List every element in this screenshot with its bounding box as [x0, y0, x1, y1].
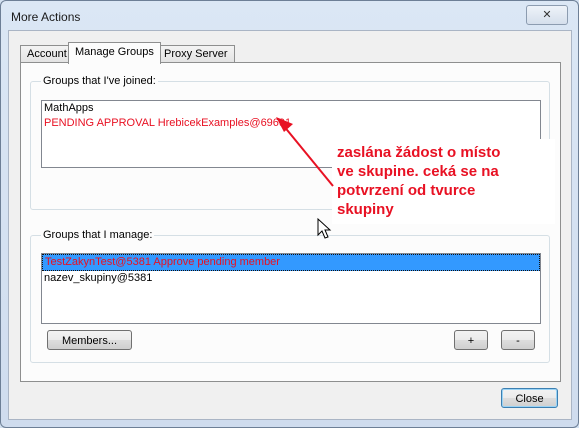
tab-manage-groups[interactable]: Manage Groups: [68, 42, 161, 64]
annotation-overlay: [276, 117, 334, 239]
annotation-arrow-icon: [276, 117, 334, 187]
mouse-cursor-icon: [317, 217, 332, 239]
